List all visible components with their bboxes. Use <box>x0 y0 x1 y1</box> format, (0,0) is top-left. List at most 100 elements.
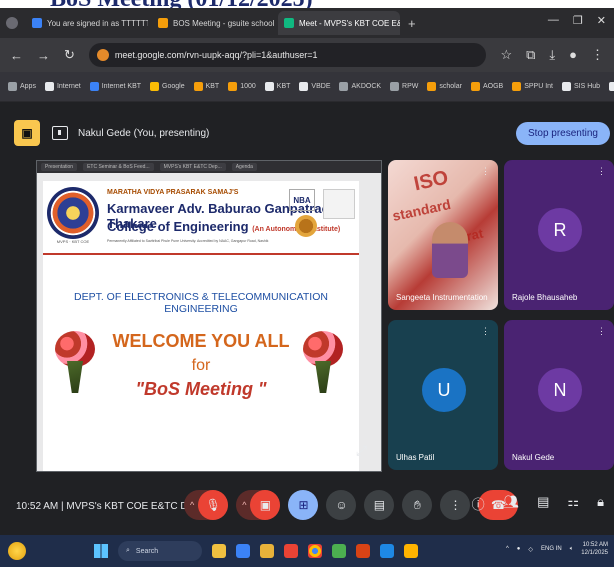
browser-tab[interactable]: You are signed in as TTTTTTT ✕ <box>26 11 148 35</box>
tab-search-icon[interactable] <box>6 17 18 29</box>
bookmark-favicon-icon <box>44 82 54 91</box>
browser-tab[interactable]: BOS Meeting - gsuite school|Kit ✕ <box>152 11 274 35</box>
camera-control-group: ^ ▣ <box>236 490 281 520</box>
document-title: BoS Meeting (01/12/2025) <box>50 0 313 12</box>
tab-title: Meet - MVPS's KBT COE E& <box>299 18 400 28</box>
captions-icon[interactable]: ▤ <box>364 490 395 520</box>
taskbar-app-icon[interactable] <box>236 544 250 558</box>
bookmark-item[interactable]: Google <box>150 82 185 91</box>
volume-icon[interactable]: 🔈︎ <box>570 546 574 553</box>
bookmark-item[interactable]: SIS Hub <box>562 82 600 91</box>
chrome-icon[interactable] <box>308 544 322 558</box>
bookmark-item[interactable]: SPPU Int <box>512 82 553 91</box>
taskbar-search[interactable]: ⌕ Search <box>118 541 202 561</box>
people-icon[interactable]: 👥︎ <box>503 494 520 513</box>
reload-icon[interactable]: ↻ <box>64 47 75 63</box>
bookmark-star-icon[interactable]: ☆ <box>500 47 512 63</box>
participant-name: Ulhas Patil <box>396 453 435 462</box>
participant-avatar: N <box>538 368 582 412</box>
taskbar-app-icon[interactable] <box>284 544 298 558</box>
bookmark-item[interactable]: RPW <box>390 82 418 91</box>
more-options-icon[interactable]: ⋮ <box>597 326 606 337</box>
meet-main: ▣ Nakul Gede (You, presenting) Stop pres… <box>0 102 614 535</box>
download-icon[interactable]: ⤓ <box>549 47 555 63</box>
back-icon[interactable]: ← <box>10 48 23 63</box>
info-icon[interactable]: ⓘ <box>472 494 485 513</box>
url-bar[interactable]: meet.google.com/rvn-uupk-aqq/?pli=1&auth… <box>88 43 487 67</box>
site-info-icon[interactable] <box>96 49 109 61</box>
taskbar-app-icon[interactable] <box>332 544 346 558</box>
menu-kebab-icon[interactable]: ⋮ <box>591 47 604 63</box>
present-icon[interactable]: ⊞ <box>288 490 319 520</box>
taskbar-app-icon[interactable] <box>260 544 274 558</box>
windows-start-icon[interactable] <box>94 544 108 558</box>
raise-hand-icon[interactable]: ✋︎ <box>402 490 433 520</box>
tab-favicon-icon <box>158 18 168 28</box>
lock-icon[interactable]: 🔒︎ <box>597 494 604 513</box>
bookmark-item[interactable]: Internet <box>44 82 81 91</box>
event-title: "BoS Meeting " <box>135 379 267 399</box>
browser-tab-strip: You are signed in as TTTTTTT ✕ BOS Meeti… <box>0 8 614 38</box>
more-options-icon[interactable]: ⋮ <box>481 326 490 337</box>
taskbar-app-icon[interactable] <box>356 544 370 558</box>
present-icon <box>52 126 68 140</box>
expand-icon[interactable]: ⤢ <box>356 442 367 459</box>
bookmark-favicon-icon <box>470 82 480 91</box>
bookmark-favicon-icon <box>562 82 571 91</box>
activities-icon[interactable]: ⚏ <box>567 494 579 513</box>
extensions-icon[interactable]: ⧉ <box>526 47 535 63</box>
shared-tab: Agenda <box>231 163 257 171</box>
tab-favicon-icon <box>284 18 294 28</box>
logo-caption: MVPS · KBT COE <box>56 239 90 244</box>
participant-tile[interactable]: N ⋮ Nakul Gede <box>504 320 614 470</box>
clock[interactable]: 10:52 AM 12/1/2025 <box>581 541 608 557</box>
bookmark-favicon-icon <box>299 82 309 91</box>
participant-tile-video[interactable]: ISO standard laborat ⋮ Sangeeta Instrume… <box>388 160 498 310</box>
participant-tile[interactable]: R ⋮ Rajole Bhausaheb <box>504 160 614 310</box>
participant-name: Sangeeta Instrumentation <box>396 293 488 302</box>
forward-icon[interactable]: → <box>37 48 50 63</box>
background-poster: ISO <box>411 166 451 196</box>
bookmark-item[interactable]: 1000 <box>228 82 256 91</box>
bookmark-item[interactable]: Apps <box>8 82 36 91</box>
participant-tile[interactable]: U ⋮ Ulhas Patil <box>388 320 498 470</box>
more-options-icon[interactable]: ⋮ <box>481 166 490 177</box>
meet-activity-icon[interactable]: ▣ <box>14 120 40 146</box>
emoji-icon[interactable]: ☺ <box>326 490 357 520</box>
chevron-up-icon[interactable]: ^ <box>242 500 246 510</box>
stop-presenting-button[interactable]: Stop presenting <box>515 121 610 145</box>
chevron-up-icon[interactable]: ^ <box>190 500 194 510</box>
more-icon[interactable]: ⋮ <box>440 490 471 520</box>
bookmark-item[interactable]: scholar <box>427 82 462 91</box>
browser-tab-active[interactable]: Meet - MVPS's KBT COE E& ✕ <box>278 11 400 35</box>
mic-off-icon[interactable]: 🎙︎ <box>198 490 229 520</box>
chat-icon[interactable]: ▤ <box>537 494 549 513</box>
tray-app-icon[interactable]: ● <box>517 546 521 552</box>
bookmark-favicon-icon <box>512 82 522 91</box>
address-bar-row: ← → ↻ meet.google.com/rvn-uupk-aqq/?pli=… <box>0 38 614 72</box>
taskbar-app-icon[interactable] <box>380 544 394 558</box>
minimize-icon[interactable]: — <box>548 14 559 27</box>
bookmark-item[interactable]: VBDE <box>299 82 330 91</box>
file-explorer-icon[interactable] <box>212 544 226 558</box>
bookmark-item[interactable]: AKDOCK <box>339 82 381 91</box>
bookmark-item[interactable]: KBT <box>264 82 290 91</box>
new-tab-icon[interactable]: + <box>408 16 416 31</box>
close-window-icon[interactable]: ✕ <box>597 14 606 27</box>
maximize-icon[interactable]: ❐ <box>573 14 583 27</box>
bookmark-item[interactable]: KBT <box>193 82 219 91</box>
weather-icon[interactable] <box>8 542 26 560</box>
chevron-up-icon[interactable]: ^ <box>506 546 509 552</box>
shared-tab: ETC Seminar & BoS Feed... <box>83 163 154 171</box>
lang-indicator[interactable]: ENG IN <box>541 546 562 552</box>
network-icon[interactable]: ◇ <box>528 546 533 553</box>
taskbar-app-icon[interactable] <box>404 544 418 558</box>
bookmark-item[interactable]: Internet KBT <box>89 82 141 91</box>
profile-icon[interactable]: ● <box>569 47 577 63</box>
bookmark-item[interactable]: gvv <box>609 82 614 91</box>
bookmark-item[interactable]: AOGB <box>470 82 503 91</box>
nba-logo: NBA <box>289 189 315 211</box>
more-options-icon[interactable]: ⋮ <box>597 166 606 177</box>
system-tray: ^ ● ◇ ENG IN 🔈︎ 10:52 AM 12/1/2025 <box>506 541 608 557</box>
camera-off-icon[interactable]: ▣ <box>250 490 281 520</box>
